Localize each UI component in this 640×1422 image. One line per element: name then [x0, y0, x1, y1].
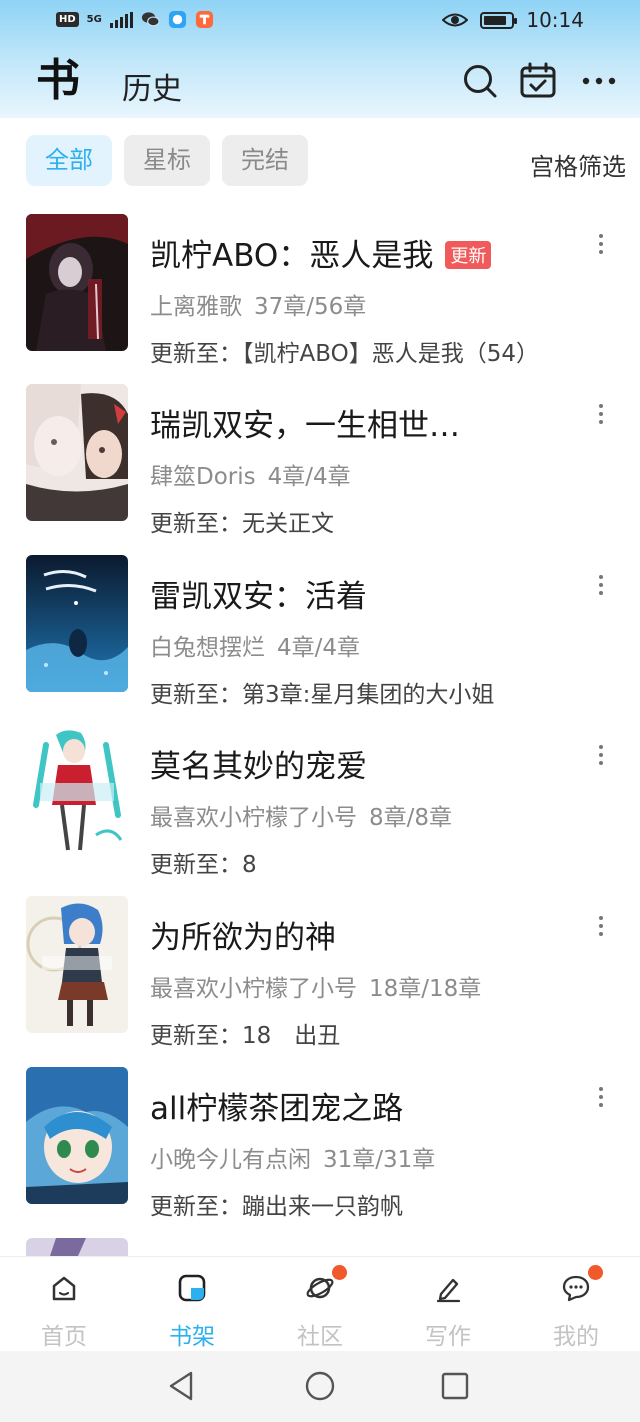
tab-all[interactable]: 全部: [26, 135, 112, 186]
eye-icon: [442, 13, 469, 27]
nav-label: 首页: [41, 1324, 87, 1350]
book-cover-partial: [26, 1238, 128, 1256]
book-item[interactable]: 雷凯双安：活着 白兔想摆烂 4章/4章 更新至：第3章:星月集团的大小姐: [0, 555, 640, 725]
book-author: 最喜欢小柠檬了小号: [150, 805, 357, 831]
more-vertical-icon[interactable]: [598, 404, 604, 428]
tab-starred[interactable]: 星标: [124, 135, 210, 186]
system-nav-bar: [0, 1351, 640, 1422]
more-vertical-icon[interactable]: [598, 916, 604, 940]
book-meta: 最喜欢小柠檬了小号 18章/18章: [150, 969, 481, 1003]
nav-label: 写作: [425, 1324, 471, 1350]
book-cover: [26, 725, 128, 862]
more-vertical-icon[interactable]: [598, 1087, 604, 1111]
book-title: 为所欲为的神: [150, 920, 336, 956]
more-horizontal-icon[interactable]: [580, 62, 618, 100]
planet-icon: [306, 1277, 334, 1299]
tab-completed[interactable]: 完结: [222, 135, 308, 186]
book-meta: 小晚今儿有点闲 31章/31章: [150, 1140, 435, 1174]
messenger-app-icon: [168, 10, 186, 29]
filter-tabs: 全部 星标 完结: [26, 135, 308, 186]
book-cover: [26, 214, 128, 351]
nav-home[interactable]: 首页: [0, 1273, 128, 1351]
book-item[interactable]: 凯柠ABO：恶人是我 更新 上离雅歌 37章/56章 更新至：【凯柠ABO】恶人是我…: [0, 214, 640, 384]
signal-icon: [109, 11, 133, 28]
hd-badge: HD: [56, 12, 79, 27]
battery-icon: [480, 11, 518, 29]
book-title: 凯柠ABO：恶人是我 更新: [150, 230, 492, 275]
app-header: 书 历史: [0, 52, 640, 112]
calendar-check-icon[interactable]: [519, 62, 557, 100]
book-cover: [26, 384, 128, 521]
book-latest-update: 更新至：蹦出来一只韵帆: [150, 1194, 403, 1220]
book-author: 白兔想摆烂: [150, 635, 265, 661]
nav-profile[interactable]: 我的: [512, 1265, 640, 1351]
book-title: 雷凯双安：活着: [150, 579, 367, 615]
book-latest-update: 更新至：无关正文: [150, 511, 334, 537]
pen-icon: [436, 1278, 461, 1303]
nav-bookshelf[interactable]: 书架: [128, 1273, 256, 1351]
home-circle-icon[interactable]: [303, 1369, 337, 1403]
more-vertical-icon[interactable]: [598, 745, 604, 769]
book-author: 上离雅歌: [150, 294, 242, 320]
book-progress: 37章/56章: [254, 294, 367, 320]
nav-community[interactable]: 社区: [256, 1265, 384, 1351]
bottom-nav: 首页 书架 社区 写作 我的: [0, 1256, 640, 1351]
book-cover: [26, 555, 128, 692]
bookshelf-icon: [178, 1274, 206, 1302]
status-right: 10:14: [442, 8, 584, 32]
book-meta: 白兔想摆烂 4章/4章: [150, 628, 360, 662]
book-latest-update: 更新至：18 出丑: [150, 1023, 341, 1049]
book-latest-update: 更新至：第3章:星月集团的大小姐: [150, 682, 495, 708]
book-latest-update: 更新至：【凯柠ABO】恶人是我（54）: [150, 341, 539, 367]
book-author: 最喜欢小柠檬了小号: [150, 976, 357, 1002]
book-title: all柠檬茶团宠之路: [150, 1091, 404, 1127]
book-item[interactable]: 为所欲为的神 最喜欢小柠檬了小号 18章/18章 更新至：18 出丑: [0, 896, 640, 1066]
book-cover: [26, 1067, 128, 1204]
book-progress: 18章/18章: [369, 976, 482, 1002]
book-progress: 31章/31章: [323, 1147, 436, 1173]
status-left: HD 5G: [56, 10, 214, 29]
book-author: 小晚今儿有点闲: [150, 1147, 311, 1173]
status-bar: HD 5G 10:14: [0, 0, 640, 44]
book-cover: [26, 896, 128, 1033]
network-type: 5G: [86, 13, 102, 25]
chat-bubble-icon: [562, 1275, 590, 1302]
app-logo: 书: [36, 55, 80, 106]
recents-icon[interactable]: [438, 1369, 472, 1403]
book-meta: 上离雅歌 37章/56章: [150, 287, 366, 321]
update-badge: 更新: [445, 241, 492, 269]
book-meta: 最喜欢小柠檬了小号 8章/8章: [150, 798, 452, 832]
more-vertical-icon[interactable]: [598, 234, 604, 258]
search-icon[interactable]: [461, 62, 499, 100]
book-meta: 肆筮Doris 4章/4章: [150, 457, 351, 491]
store-app-icon: [195, 10, 213, 29]
book-title: 瑞凯双安，一生相世…: [150, 408, 460, 444]
book-item[interactable]: 莫名其妙的宠爱 最喜欢小柠檬了小号 8章/8章 更新至：8: [0, 725, 640, 895]
book-progress: 4章/4章: [277, 635, 361, 661]
book-progress: 4章/4章: [267, 464, 351, 490]
book-author: 肆筮Doris: [150, 464, 256, 490]
more-vertical-icon[interactable]: [598, 575, 604, 599]
nav-write[interactable]: 写作: [384, 1273, 512, 1351]
grid-filter-button[interactable]: 宫格筛选: [530, 147, 626, 182]
nav-label: 社区: [297, 1324, 343, 1350]
book-item[interactable]: 瑞凯双安，一生相世… 肆筮Doris 4章/4章 更新至：无关正文: [0, 384, 640, 554]
book-title: 莫名其妙的宠爱: [150, 749, 367, 785]
book-item[interactable]: all柠檬茶团宠之路 小晚今儿有点闲 31章/31章 更新至：蹦出来一只韵帆: [0, 1067, 640, 1237]
book-latest-update: 更新至：8: [150, 852, 257, 878]
book-progress: 8章/8章: [369, 805, 453, 831]
clock: 10:14: [526, 8, 584, 32]
back-icon[interactable]: [165, 1369, 199, 1403]
notification-dot: [332, 1265, 347, 1280]
nav-label: 书架: [169, 1324, 215, 1350]
notification-dot: [588, 1265, 603, 1280]
nav-label: 我的: [553, 1324, 599, 1350]
page-title: 历史: [122, 72, 182, 107]
home-icon: [52, 1276, 76, 1301]
wechat-icon: [141, 12, 160, 27]
